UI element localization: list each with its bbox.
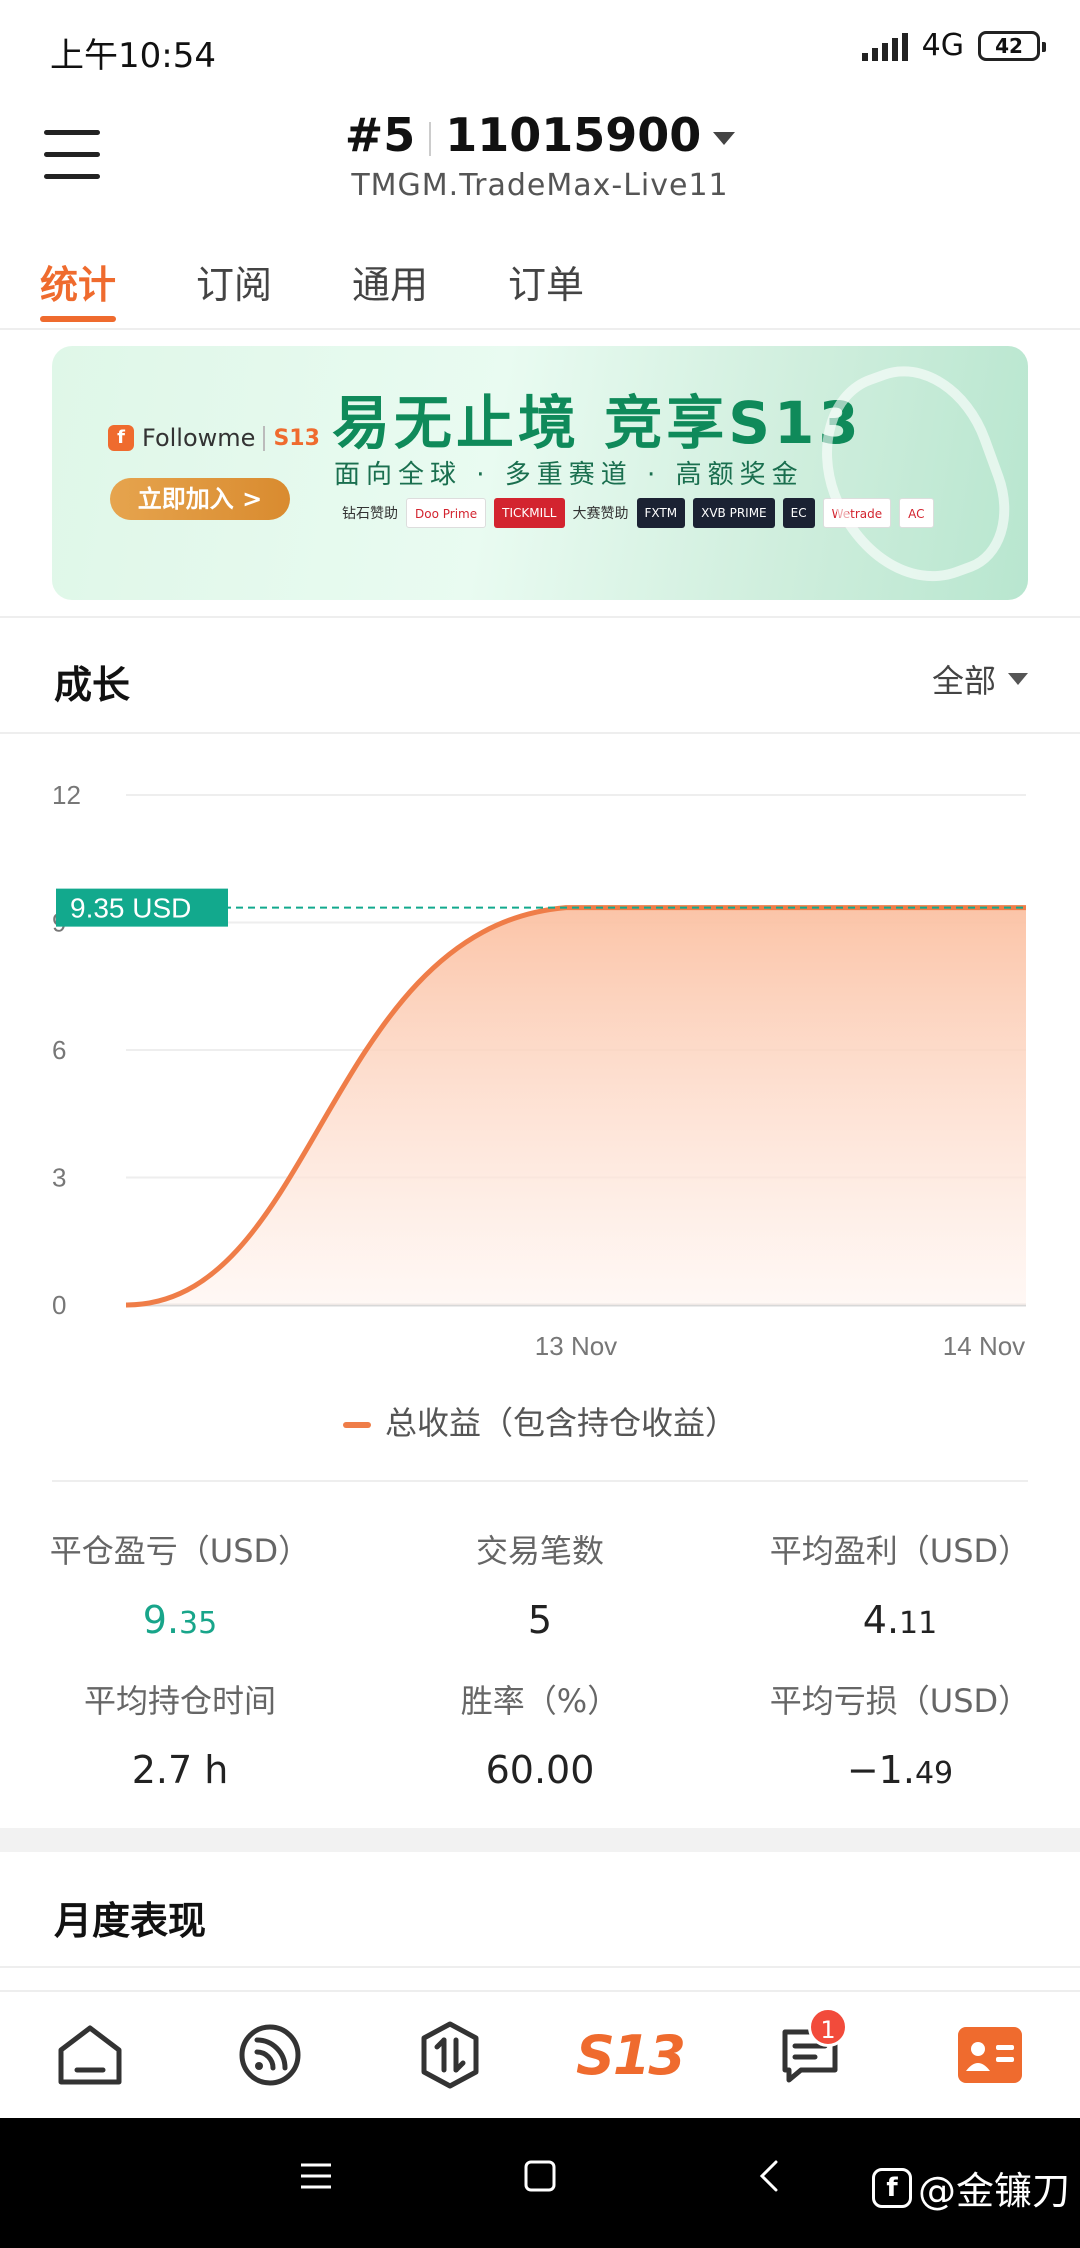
stat-closed-pnl: 平仓盈亏（USD） 9.35 — [0, 1526, 360, 1642]
network-type: 4G — [921, 28, 964, 63]
recent-apps-icon[interactable] — [298, 2158, 334, 2194]
banner-brand-badge: S13 — [263, 425, 320, 451]
stat-label: 平均持仓时间 — [83, 1682, 276, 1720]
stat-value: 60.00 — [485, 1748, 595, 1792]
sponsor-logo: XVB PRIME — [693, 498, 775, 528]
chart-area — [126, 907, 1026, 1305]
watermark-logo-icon: f — [871, 2167, 912, 2208]
stat-value-int: 4. — [862, 1598, 900, 1642]
chart-legend: 总收益（包含持仓收益） — [0, 1398, 1080, 1444]
trade-icon — [421, 2021, 479, 2089]
banner-subline: 面向全球 · 多重赛道 · 高额奖金 — [334, 460, 804, 490]
nav-trade[interactable] — [390, 2005, 510, 2105]
tab-subscription[interactable]: 订阅 — [196, 240, 272, 328]
stat-value: 2.7 h — [131, 1748, 229, 1792]
x-tick-label: 14 Nov — [943, 1331, 1025, 1361]
banner-brand: f Followme S13 — [108, 424, 320, 452]
sponsor-logo: EC — [782, 498, 815, 528]
nav-profile[interactable] — [930, 2005, 1050, 2105]
stat-value-dec: 49 — [914, 1756, 954, 1791]
y-tick-label: 0 — [52, 1290, 66, 1320]
stat-label: 平均盈利（USD） — [769, 1532, 1031, 1570]
s13-logo-icon: S13 — [575, 2023, 686, 2087]
stat-label: 平仓盈亏（USD） — [49, 1532, 311, 1570]
notification-badge: 1 — [808, 2007, 848, 2047]
chevron-down-icon — [1008, 673, 1028, 685]
divider — [0, 1966, 1080, 1968]
signal-icon — [861, 31, 908, 61]
profile-card-icon — [958, 2027, 1022, 2083]
nav-feed[interactable] — [210, 2005, 330, 2105]
stat-value: 9.35 — [0, 1598, 360, 1642]
stat-avg-hold-time: 平均持仓时间 2.7 h — [0, 1676, 360, 1792]
tab-general[interactable]: 通用 — [352, 240, 428, 328]
tab-bar: 统计 订阅 通用 订单 — [0, 240, 1080, 330]
growth-title: 成长 — [54, 663, 131, 707]
x-tick-label: 13 Nov — [535, 1331, 617, 1361]
join-now-button[interactable]: 立即加入 > — [110, 478, 290, 520]
sponsor-label-main: 大赛赞助 — [572, 506, 629, 522]
stat-avg-profit: 平均盈利（USD） 4.11 — [720, 1526, 1080, 1642]
y-tick-label: 12 — [52, 780, 81, 810]
legend-label: 总收益（包含持仓收益） — [384, 1404, 737, 1442]
account-number: 11015900 — [445, 108, 702, 162]
home-icon — [58, 2025, 122, 2085]
status-bar: 上午10:54 4G 42 — [0, 0, 1080, 90]
stat-trades: 交易笔数 5 — [360, 1526, 720, 1642]
back-icon[interactable] — [752, 2158, 788, 2194]
y-tick-label: 3 — [52, 1163, 66, 1193]
sponsor-logo: FXTM — [636, 498, 686, 528]
y-axis-ticks: 036912 — [52, 780, 81, 1320]
sponsor-logo: Doo Prime — [406, 498, 487, 528]
growth-chart[interactable]: 036912 13 Nov14 Nov 9.35 USD — [0, 750, 1080, 1380]
status-indicators: 4G 42 — [861, 28, 1046, 63]
stat-value: −1.49 — [720, 1748, 1080, 1792]
stat-win-rate: 胜率（%） 60.00 — [360, 1676, 720, 1792]
battery-icon: 42 — [978, 30, 1046, 61]
feed-icon — [239, 2024, 301, 2086]
stat-value-dec: 11 — [899, 1606, 938, 1641]
bottom-nav: S13 1 — [0, 1990, 1080, 2118]
banner-brand-name: Followme — [142, 424, 256, 452]
server-name: TMGM.TradeMax-Live11 — [351, 168, 729, 203]
watermark: f @金镰刀 — [871, 2160, 1070, 2215]
home-square-icon[interactable] — [522, 2158, 558, 2194]
stat-value-dec: 35 — [179, 1606, 218, 1641]
sponsor-logo: TICKMILL — [494, 498, 565, 528]
tab-statistics[interactable]: 统计 — [40, 240, 117, 328]
nav-messages[interactable]: 1 — [750, 2005, 870, 2105]
period-filter[interactable]: 全部 — [932, 656, 1028, 702]
divider — [0, 616, 1080, 618]
stat-value-int: 9. — [142, 1598, 180, 1642]
stat-label: 平均亏损（USD） — [769, 1682, 1031, 1720]
tab-orders[interactable]: 订单 — [508, 240, 584, 328]
account-selector[interactable]: #5 11015900 — [0, 108, 1080, 162]
section-gap — [0, 1828, 1080, 1852]
stat-avg-loss: 平均亏损（USD） −1.49 — [720, 1676, 1080, 1792]
sponsor-label-diamond: 钻石赞助 — [342, 506, 398, 522]
stat-value-int: −1. — [846, 1748, 915, 1792]
x-axis-ticks: 13 Nov 14 Nov — [535, 1331, 1025, 1361]
divider — [52, 1480, 1028, 1482]
watermark-text: @金镰刀 — [917, 2169, 1070, 2213]
divider — [0, 732, 1080, 734]
legend-swatch — [342, 1422, 371, 1428]
stat-value: 4.11 — [720, 1598, 1080, 1642]
monthly-performance-title: 月度表现 — [54, 1899, 207, 1943]
period-filter-label: 全部 — [931, 662, 996, 700]
nav-home[interactable] — [30, 2005, 150, 2105]
stat-label: 交易笔数 — [475, 1532, 604, 1570]
current-value-label: 9.35 USD — [70, 893, 191, 924]
banner-headline: 易无止境 竞享S13 — [332, 389, 863, 457]
status-time: 上午10:54 — [50, 36, 216, 76]
promo-banner[interactable]: f Followme S13 立即加入 > 易无止境 竞享S13 面向全球 · … — [52, 346, 1028, 600]
rank-label: #5 — [344, 108, 416, 162]
nav-s13[interactable]: S13 — [570, 2005, 690, 2105]
y-tick-label: 6 — [52, 1035, 66, 1065]
chevron-down-icon — [713, 132, 736, 145]
stat-value: 5 — [527, 1598, 553, 1642]
followme-logo-icon: f — [108, 425, 134, 451]
stat-label: 胜率（%） — [460, 1682, 620, 1720]
